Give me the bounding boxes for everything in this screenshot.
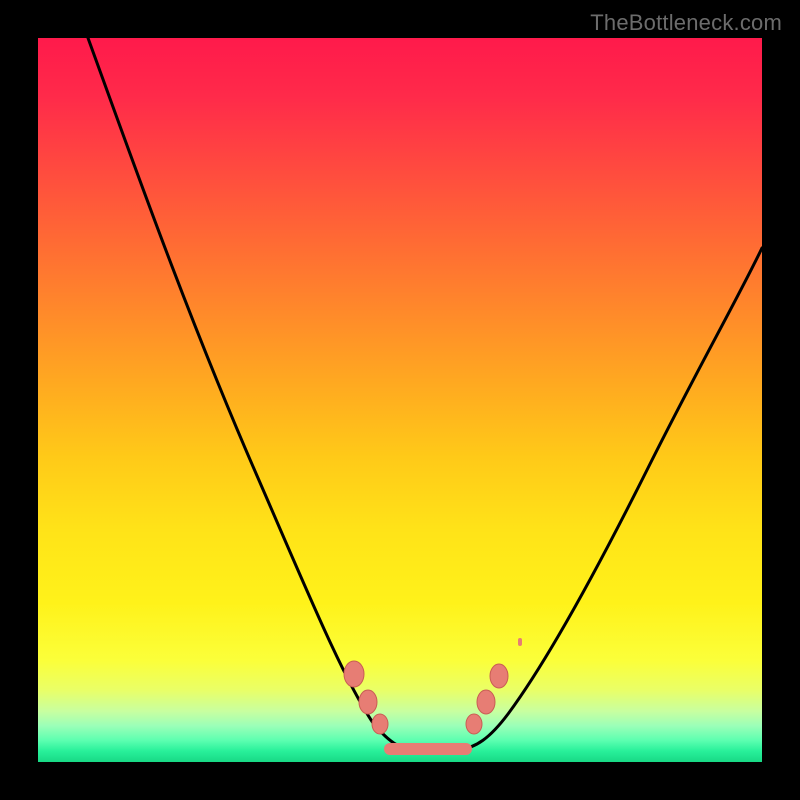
- bead-right-1: [466, 714, 482, 734]
- bead-left-1: [344, 661, 364, 687]
- curve-layer: [38, 38, 762, 762]
- watermark-text: TheBottleneck.com: [590, 10, 782, 36]
- bead-left-3: [372, 714, 388, 734]
- tiny-speck-right: [518, 638, 522, 646]
- bead-left-2: [359, 690, 377, 714]
- left-curve: [88, 38, 416, 750]
- chart-stage: TheBottleneck.com: [0, 0, 800, 800]
- bead-right-2: [477, 690, 495, 714]
- bead-right-3: [490, 664, 508, 688]
